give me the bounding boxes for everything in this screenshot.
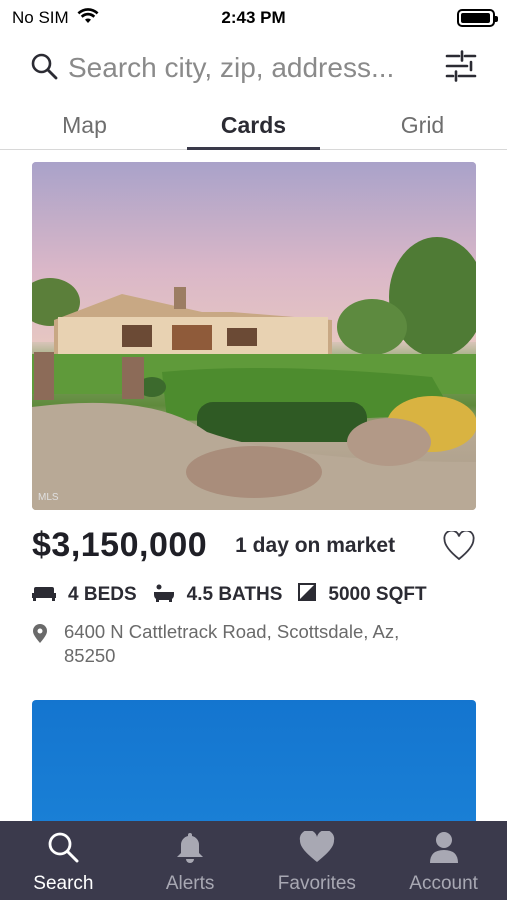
tab-map[interactable]: Map xyxy=(0,100,169,149)
listing-address: 6400 N Cattletrack Road, Scottsdale, Az,… xyxy=(64,621,400,666)
wifi-icon xyxy=(77,7,99,29)
search-input[interactable] xyxy=(68,52,445,84)
beds-spec: 4 BEDS xyxy=(32,583,137,607)
tab-cards[interactable]: Cards xyxy=(169,100,338,150)
bell-icon xyxy=(175,831,205,873)
location-pin-icon xyxy=(32,624,48,649)
search-icon[interactable] xyxy=(30,52,58,85)
nav-account-label: Account xyxy=(409,873,478,894)
next-listing-photo[interactable] xyxy=(32,700,476,830)
beds-label: 4 BEDS xyxy=(68,584,137,605)
bathtub-icon xyxy=(153,582,187,608)
nav-alerts[interactable]: Alerts xyxy=(127,821,254,900)
tab-grid[interactable]: Grid xyxy=(338,100,507,149)
specs-row: 4 BEDS 4.5 BATHS 5000 SQFT xyxy=(32,582,476,608)
person-icon xyxy=(429,831,459,873)
bed-icon xyxy=(32,583,68,607)
listing-price: $3,150,000 xyxy=(32,526,208,564)
sqft-label: 5000 SQFT xyxy=(328,584,427,605)
battery-icon xyxy=(457,9,498,27)
view-tabs: Map Cards Grid xyxy=(0,100,507,150)
status-left: No SIM xyxy=(12,7,99,29)
carrier-label: No SIM xyxy=(12,8,69,27)
heart-icon xyxy=(299,830,335,873)
baths-spec: 4.5 BATHS xyxy=(153,582,283,608)
house-illustration: MLS xyxy=(32,162,476,510)
nav-account[interactable]: Account xyxy=(380,821,507,900)
baths-label: 4.5 BATHS xyxy=(186,584,283,605)
nav-search[interactable]: Search xyxy=(0,821,127,900)
price-row: $3,150,000 1 day on market xyxy=(32,526,476,565)
nav-search-label: Search xyxy=(33,873,94,894)
image-watermark: MLS xyxy=(38,492,59,503)
address-row: 6400 N Cattletrack Road, Scottsdale, Az,… xyxy=(32,620,452,668)
square-footage-icon xyxy=(298,583,328,607)
bottom-nav: Search Alerts Favorites Account xyxy=(0,821,507,900)
search-icon xyxy=(47,831,79,873)
days-on-market: 1 day on market xyxy=(235,533,396,557)
nav-favorites-label: Favorites xyxy=(277,873,356,894)
battery-fill xyxy=(461,13,490,23)
status-bar: No SIM 2:43 PM xyxy=(0,0,507,36)
favorite-heart-icon[interactable] xyxy=(442,529,476,563)
listing-photo[interactable]: MLS xyxy=(32,162,476,510)
sliders-icon[interactable] xyxy=(445,49,477,87)
nav-favorites[interactable]: Favorites xyxy=(254,821,381,900)
nav-alerts-label: Alerts xyxy=(165,873,215,894)
search-bar xyxy=(0,40,507,96)
sqft-spec: 5000 SQFT xyxy=(298,583,427,607)
